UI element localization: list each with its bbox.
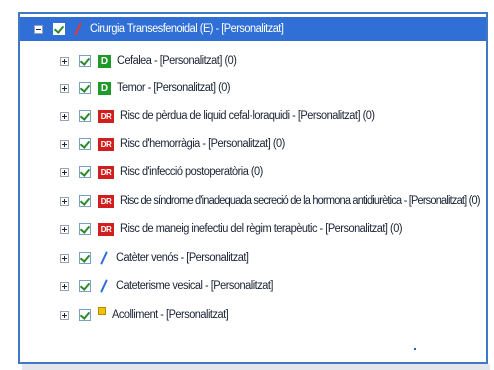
diagnosis-d-icon: D [98, 81, 111, 95]
panel-shadow [22, 364, 490, 370]
risk-dr-icon: DR [98, 137, 114, 151]
risk-dr-icon: DR [98, 165, 114, 179]
item-checkbox[interactable] [79, 252, 91, 264]
risk-dr-icon: DR [98, 109, 114, 123]
expand-icon[interactable] [60, 224, 69, 234]
expand-icon[interactable] [60, 167, 69, 177]
risk-dr-icon: DR [98, 194, 114, 208]
pencil-icon [72, 22, 84, 36]
item-checkbox[interactable] [79, 309, 91, 321]
pencil-icon [98, 279, 110, 293]
tree-item-temor[interactable]: D Temor - [Personalitzat] (0) [20, 75, 231, 101]
tree-item-cateterisme-vesical[interactable]: Cateterisme vesical - [Personalitzat] [20, 273, 273, 299]
item-checkbox[interactable] [79, 110, 91, 122]
expand-icon[interactable] [60, 56, 69, 66]
item-checkbox[interactable] [79, 223, 91, 235]
risk-dr-icon: DR [98, 222, 114, 236]
item-checkbox[interactable] [79, 280, 91, 292]
item-checkbox[interactable] [79, 166, 91, 178]
root-label: Cirurgia Transesfenoidal (E) - [Personal… [90, 22, 284, 36]
tree-item-risc-maneig[interactable]: DR Risc de maneig inefectiu del règim te… [20, 216, 402, 242]
note-icon [98, 307, 106, 315]
item-label: Risc d'hemorràgia - [Personalitzat] (0) [120, 137, 285, 151]
expand-icon[interactable] [60, 310, 69, 320]
item-label: Temor - [Personalitzat] (0) [117, 81, 231, 95]
item-label: Cateterisme vesical - [Personalitzat] [116, 279, 273, 293]
care-plan-tree-panel: Cirurgia Transesfenoidal (E) - [Personal… [18, 12, 488, 364]
expand-icon[interactable] [60, 111, 69, 121]
item-checkbox[interactable] [79, 55, 91, 67]
item-checkbox[interactable] [79, 138, 91, 150]
item-checkbox[interactable] [79, 195, 91, 207]
tree-item-risc-liquid[interactable]: DR Risc de pèrdua de liquid cefal·loraqu… [20, 103, 375, 129]
tree-item-cateter-venos[interactable]: Catèter venós - [Personalitzat] [20, 245, 249, 271]
tree-item-cefalea[interactable]: D Cefalea - [Personalitzat] (0) [20, 48, 237, 74]
item-label: Acolliment - [Personalitzat] [112, 308, 229, 322]
item-checkbox[interactable] [79, 82, 91, 94]
tree-item-risc-hemorragia[interactable]: DR Risc d'hemorràgia - [Personalitzat] (… [20, 131, 285, 157]
item-label: Risc de pèrdua de liquid cefal·loraquidi… [120, 109, 375, 123]
item-label: Risc de maneig inefectiu del règim terap… [120, 222, 402, 236]
expand-icon[interactable] [60, 196, 69, 206]
item-label: Risc de síndrome d'inadequada secreció d… [120, 194, 481, 208]
stray-dot [414, 348, 416, 350]
collapse-icon[interactable] [34, 24, 43, 34]
tree-item-acolliment[interactable]: Acolliment - [Personalitzat] [20, 302, 229, 328]
expand-icon[interactable] [60, 83, 69, 93]
tree-item-risc-infeccio[interactable]: DR Risc d'infecció postoperatòria (0) [20, 159, 263, 185]
tree-root-row[interactable]: Cirurgia Transesfenoidal (E) - [Personal… [20, 17, 486, 41]
expand-icon[interactable] [60, 253, 69, 263]
root-checkbox[interactable] [53, 23, 65, 35]
item-label: Catèter venós - [Personalitzat] [116, 251, 249, 265]
expand-icon[interactable] [60, 139, 69, 149]
item-label: Risc d'infecció postoperatòria (0) [120, 165, 263, 179]
tree-item-risc-sindrome[interactable]: DR Risc de síndrome d'inadequada secreci… [20, 188, 481, 214]
expand-icon[interactable] [60, 281, 69, 291]
item-label: Cefalea - [Personalitzat] (0) [117, 54, 237, 68]
diagnosis-d-icon: D [98, 54, 111, 68]
pencil-icon [98, 251, 110, 265]
